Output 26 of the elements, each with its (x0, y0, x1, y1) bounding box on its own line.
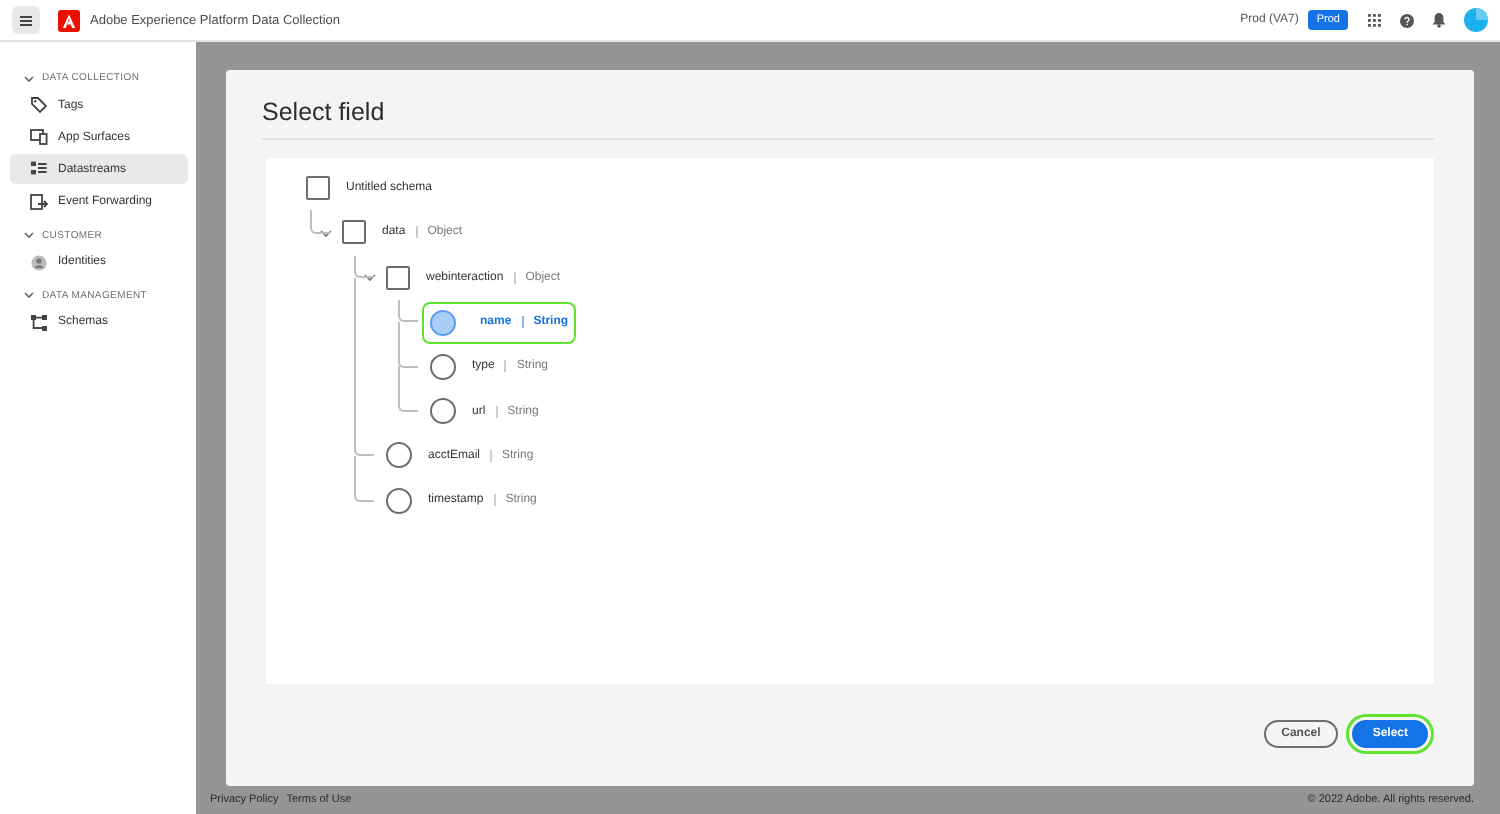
checkbox[interactable] (386, 265, 410, 290)
chevron-icon (24, 73, 34, 83)
checkbox[interactable] (306, 176, 330, 201)
menu-button[interactable] (12, 6, 40, 34)
tree-line (310, 210, 330, 234)
hierarchy-icon (30, 313, 48, 332)
person-circle-icon (30, 253, 48, 272)
chevron-icon[interactable] (364, 272, 376, 283)
chevron-icon (24, 290, 34, 301)
radio-button[interactable] (386, 487, 412, 514)
apps-grid-icon[interactable] (1368, 13, 1382, 27)
notification-bell-icon[interactable] (1432, 12, 1446, 28)
tag-icon (30, 96, 48, 114)
radio-button[interactable] (430, 353, 456, 380)
devices-icon (30, 128, 48, 147)
radio-button[interactable] (430, 309, 456, 336)
checkbox[interactable] (342, 220, 366, 245)
help-icon[interactable] (1400, 13, 1414, 27)
menu-icon (20, 15, 32, 25)
dialog-title: Select field (262, 70, 1434, 140)
adobe-logo-icon (58, 9, 80, 31)
radio-button[interactable] (386, 442, 412, 469)
list-icon (30, 160, 48, 179)
chevron-icon[interactable] (320, 227, 332, 238)
chevron-icon (24, 230, 34, 241)
radio-button[interactable] (430, 398, 456, 425)
